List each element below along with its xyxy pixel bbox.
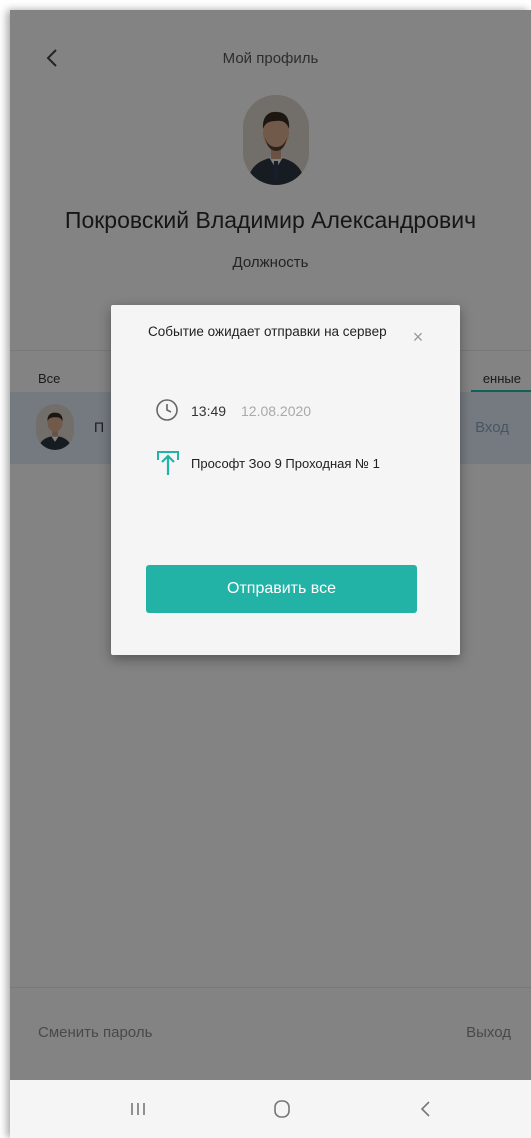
nav-back-button[interactable] bbox=[396, 1080, 456, 1138]
dialog-title: Событие ожидает отправки на сервер bbox=[148, 324, 387, 339]
event-date: 12.08.2020 bbox=[241, 403, 312, 419]
nav-back-icon bbox=[420, 1101, 430, 1117]
phone-screen: Мой профиль Покровский Владимир Александ… bbox=[10, 10, 531, 1138]
recent-apps-button[interactable] bbox=[108, 1080, 168, 1138]
home-button[interactable] bbox=[252, 1080, 312, 1138]
recent-apps-icon bbox=[131, 1103, 145, 1115]
upload-icon bbox=[157, 451, 179, 475]
system-nav-bar bbox=[10, 1080, 531, 1138]
event-time: 13:49 bbox=[191, 403, 227, 419]
close-icon[interactable]: × bbox=[408, 327, 428, 347]
event-location: Прософт Зоо 9 Проходная № 1 bbox=[191, 456, 380, 471]
send-all-button[interactable]: Отправить все bbox=[146, 565, 417, 613]
home-icon bbox=[274, 1100, 290, 1118]
pending-event-dialog: Событие ожидает отправки на сервер × 13:… bbox=[111, 305, 460, 655]
clock-icon bbox=[156, 399, 178, 421]
